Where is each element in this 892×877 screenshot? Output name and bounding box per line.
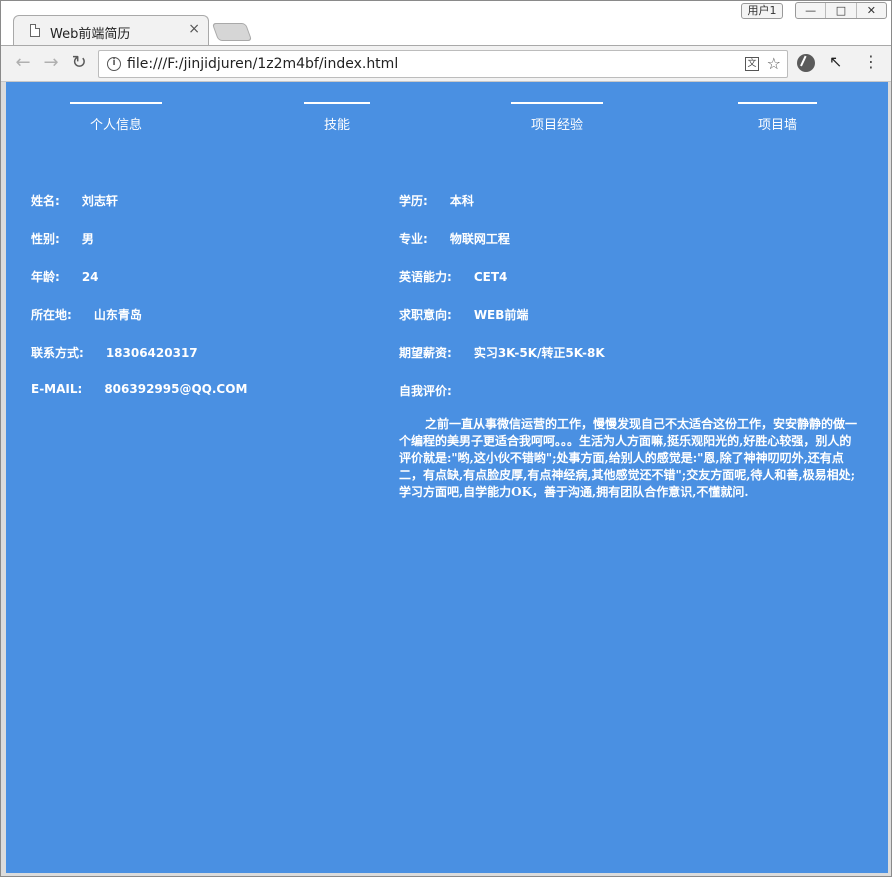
nav-label: 项目墙 [757,118,797,133]
info-row-english: 英语能力: CET4 [399,268,507,285]
info-row-salary: 期望薪资: 实习3K-5K/转正5K-8K [399,344,605,361]
back-button[interactable]: ← [11,52,35,76]
info-value: 刘志轩 [81,194,118,208]
browser-menu-icon[interactable]: ⋮ [863,52,879,71]
info-row-location: 所在地: 山东青岛 [31,306,142,323]
maximize-button[interactable]: □ [825,3,855,18]
user-profile-badge[interactable]: 用户1 [741,3,783,19]
nav-underline [738,102,817,104]
nav-item-skills[interactable]: 技能 [304,102,370,133]
nav-underline [304,102,370,104]
info-label: E-MAIL: [31,382,83,396]
info-row-gender: 性别: 男 [31,230,94,247]
document-icon [30,24,40,37]
info-row-job-intention: 求职意向: WEB前端 [399,306,528,323]
nav-label: 个人信息 [89,118,142,133]
info-value: 男 [81,232,94,246]
info-label: 求职意向: [399,308,452,322]
cursor-extension-icon[interactable]: ↖ [829,52,842,71]
info-label: 所在地: [31,308,72,322]
info-row-email: E-MAIL: 806392995@QQ.COM [31,382,247,396]
info-value: 山东青岛 [93,308,142,322]
info-row-phone: 联系方式: 18306420317 [31,344,198,361]
close-window-button[interactable]: ✕ [855,3,886,18]
tab-title: Web前端简历 [50,27,131,42]
info-label: 期望薪资: [399,346,452,360]
info-value: 24 [81,270,99,284]
info-row-self-evaluation: 自我评价: [399,382,452,399]
nav-underline [511,102,603,104]
info-label: 年龄: [31,270,60,284]
browser-window: Web前端简历 × 用户1 — □ ✕ ← → ↻ i file:///F:/j… [0,0,892,877]
nav-item-project-wall[interactable]: 项目墙 [738,102,817,133]
info-label: 性别: [31,232,60,246]
info-label: 英语能力: [399,270,452,284]
info-value: 18306420317 [105,346,198,360]
minimize-button[interactable]: — [796,3,825,18]
nav-underline [70,102,162,104]
info-row-name: 姓名: 刘志轩 [31,192,118,209]
nav-label: 技能 [323,118,350,133]
info-value: 本科 [449,194,474,208]
info-value: WEB前端 [473,308,529,322]
info-icon[interactable]: i [107,57,121,71]
bookmark-star-icon[interactable]: ☆ [767,54,781,73]
new-tab-button[interactable] [211,23,253,41]
info-label: 联系方式: [31,346,84,360]
info-label: 自我评价: [399,384,452,398]
info-label: 专业: [399,232,428,246]
resume-page: 个人信息 技能 项目经验 项目墙 姓名: 刘志轩 性别: 男 年龄: 24 所在… [6,82,888,873]
info-label: 学历: [399,194,428,208]
info-row-education: 学历: 本科 [399,192,474,209]
url-text[interactable]: file:///F:/jinjidjuren/1z2m4bf/index.htm… [127,56,398,72]
tab-strip: Web前端简历 × 用户1 — □ ✕ [1,1,891,45]
browser-tab[interactable]: Web前端简历 × [13,15,209,45]
address-bar[interactable]: i file:///F:/jinjidjuren/1z2m4bf/index.h… [98,50,788,78]
browser-toolbar: ← → ↻ i file:///F:/jinjidjuren/1z2m4bf/i… [1,45,891,82]
info-row-major: 专业: 物联网工程 [399,230,510,247]
info-value: 物联网工程 [449,232,510,246]
info-row-age: 年龄: 24 [31,268,99,285]
extension-icon[interactable] [797,54,815,72]
tab-close-icon[interactable]: × [188,21,200,37]
nav-label: 项目经验 [530,118,583,133]
info-value: CET4 [473,270,508,284]
nav-item-project-experience[interactable]: 项目经验 [511,102,603,133]
reload-button[interactable]: ↻ [67,52,91,76]
translate-icon[interactable]: 文 [745,57,759,71]
nav-item-personal-info[interactable]: 个人信息 [70,102,162,133]
info-label: 姓名: [31,194,60,208]
info-value: 806392995@QQ.COM [104,382,248,396]
info-value: 实习3K-5K/转正5K-8K [473,346,605,360]
top-nav: 个人信息 技能 项目经验 项目墙 [6,82,888,142]
window-controls: — □ ✕ [795,2,887,19]
self-evaluation-text: 之前一直从事微信运营的工作，慢慢发现自己不太适合这份工作，安安静静的做一个编程的… [399,417,858,499]
forward-button[interactable]: → [39,52,63,76]
